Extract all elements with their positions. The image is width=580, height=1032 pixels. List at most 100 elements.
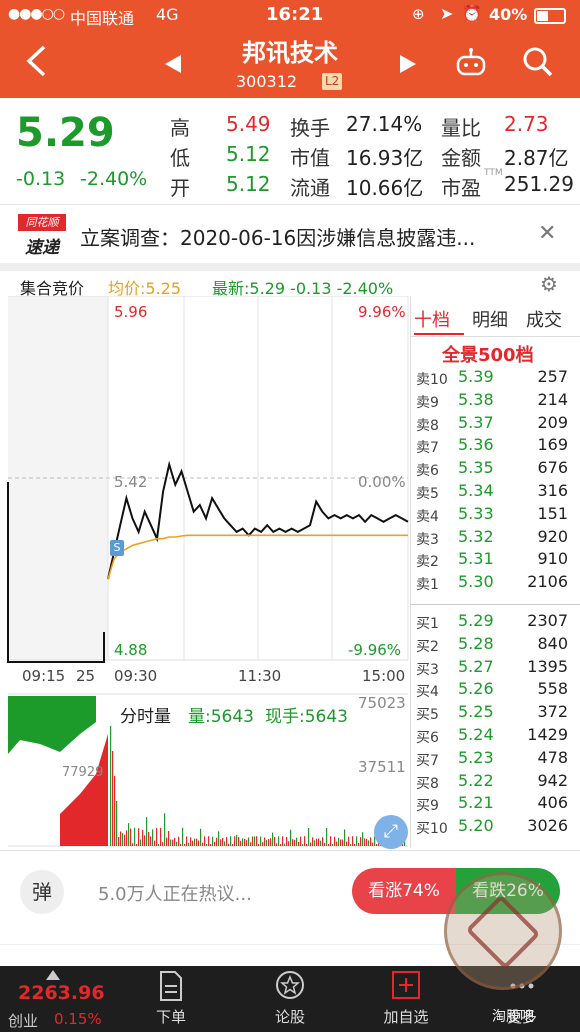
stock-name: 邦讯技术	[242, 39, 338, 67]
volume-bar	[362, 832, 364, 846]
volume-bar	[290, 829, 292, 846]
status-bar: ●●●○○ 中国联通 4G 16:21 ⊕ ➤ ⏰ 40%	[0, 0, 580, 32]
volume-bar	[206, 844, 208, 846]
level-volume: 676	[537, 458, 568, 478]
pct-axis-top: 9.96%	[358, 303, 406, 321]
volume-bar	[270, 838, 272, 846]
volume-bar	[142, 829, 144, 846]
volume-bar	[356, 836, 358, 846]
nav-order-button[interactable]: 下单	[123, 966, 219, 1032]
bid-level-row[interactable]: 买3 5.27 1395	[416, 656, 570, 679]
ask-level-row[interactable]: 卖9 5.38 214	[416, 389, 570, 412]
prev-stock-button[interactable]	[163, 53, 183, 79]
volume-bar	[250, 842, 252, 846]
ask-level-row[interactable]: 卖10 5.39 257	[416, 366, 570, 389]
bid-level-row[interactable]: 买2 5.28 840	[416, 633, 570, 656]
level-volume: 372	[537, 702, 568, 722]
bid-level-row[interactable]: 买7 5.23 478	[416, 747, 570, 770]
tab-ten-level[interactable]: 十档	[414, 306, 450, 332]
volume-bar	[224, 841, 226, 846]
stat-label: 换手	[290, 116, 330, 140]
bid-level-row[interactable]: 买4 5.26 558	[416, 678, 570, 701]
bullish-vote-button[interactable]: 看涨74%	[352, 868, 456, 914]
back-button[interactable]	[24, 44, 48, 84]
news-banner[interactable]: 同花顺 速递 立案调查：2020-06-16因涉嫌信息披露违... ✕	[0, 205, 580, 263]
volume-label: 分时量	[120, 702, 171, 727]
volume-bar	[266, 840, 268, 846]
volume-bar	[204, 836, 206, 846]
stat-label: 低	[170, 146, 190, 170]
next-stock-button[interactable]	[398, 53, 418, 79]
volume-bar	[370, 837, 372, 846]
bid-level-row[interactable]: 买6 5.24 1429	[416, 724, 570, 747]
auction-volume-label: 77929	[62, 765, 104, 780]
settings-gear-icon[interactable]: ⚙	[540, 272, 558, 296]
bid-level-row[interactable]: 买10 5.20 3026	[416, 815, 570, 838]
volume-bar	[252, 836, 254, 846]
volume-bar	[210, 844, 212, 846]
pct-axis-bottom: -9.96%	[348, 641, 402, 659]
volume-bar	[162, 842, 164, 846]
level-price: 5.36	[458, 435, 494, 455]
bid-level-row[interactable]: 买1 5.29 2307	[416, 610, 570, 633]
volume-bar	[116, 801, 118, 846]
signal-s-marker[interactable]: S	[110, 540, 124, 556]
volume-bar	[134, 827, 136, 846]
battery-icon	[534, 8, 566, 24]
tab-detail[interactable]: 明细	[472, 306, 508, 332]
volume-bar	[180, 844, 182, 846]
volume-bar	[262, 842, 264, 846]
ask-level-row[interactable]: 卖3 5.32 920	[416, 526, 570, 549]
bid-level-row[interactable]: 买9 5.21 406	[416, 792, 570, 815]
expand-chart-icon[interactable]: ⤢	[374, 815, 408, 849]
ask-level-row[interactable]: 卖8 5.37 209	[416, 412, 570, 435]
volume-bar	[328, 844, 330, 846]
danmu-toggle-button[interactable]: 弹	[20, 870, 64, 914]
index-ticker[interactable]: 2263.96 创业 0.15%	[0, 966, 120, 1032]
volume-bar	[216, 837, 218, 846]
ask-level-row[interactable]: 卖1 5.30 2106	[416, 571, 570, 594]
ask-level-row[interactable]: 卖5 5.34 316	[416, 480, 570, 503]
volume-bar	[110, 726, 112, 846]
volume-bar	[346, 841, 348, 846]
stock-code: 300312	[236, 72, 298, 91]
index-name: 创业	[8, 1012, 39, 1030]
carrier: 中国联通	[70, 9, 135, 28]
price-axis-top: 5.96	[114, 303, 148, 321]
level-label: 买9	[416, 798, 439, 815]
volume-bar	[302, 844, 304, 846]
level-price: 5.22	[458, 770, 494, 790]
ask-level-row[interactable]: 卖2 5.31 910	[416, 548, 570, 571]
volume-bar	[256, 836, 258, 846]
search-icon[interactable]	[522, 46, 554, 82]
star-chat-icon	[276, 971, 304, 999]
stat-value: 251.29	[504, 172, 574, 196]
tonghuashun-logo: 同花顺 速递	[18, 214, 66, 258]
ask-level-row[interactable]: 卖4 5.33 151	[416, 503, 570, 526]
volume-bar	[320, 840, 322, 846]
robot-assistant-icon[interactable]	[455, 46, 487, 82]
stat-value: 5.12	[226, 142, 271, 166]
ask-level-row[interactable]: 卖7 5.36 169	[416, 434, 570, 457]
discussion-count[interactable]: 5.0万人正在热议...	[98, 880, 252, 906]
order-document-icon	[160, 971, 182, 1001]
volume-bar	[242, 838, 244, 846]
volume-bar	[244, 838, 246, 846]
tab-trades[interactable]: 成交	[526, 306, 562, 332]
close-icon[interactable]: ✕	[538, 221, 556, 246]
full-500-banner[interactable]: 全景500档	[442, 341, 534, 367]
bid-level-row[interactable]: 买5 5.25 372	[416, 701, 570, 724]
volume-bar	[178, 836, 180, 846]
volume-bar	[184, 844, 186, 846]
volume-bar	[352, 836, 354, 846]
ask-level-row[interactable]: 卖6 5.35 676	[416, 457, 570, 480]
level-label: 卖7	[416, 440, 439, 457]
stat-label: 市值	[290, 146, 330, 170]
bid-level-row[interactable]: 买8 5.22 942	[416, 770, 570, 793]
volume-bar	[132, 843, 134, 846]
nav-discuss-button[interactable]: 论股	[242, 966, 338, 1032]
stat-value: 16.93亿	[346, 146, 424, 170]
volume-bar	[308, 828, 310, 846]
nav-add-watchlist-button[interactable]: 加自选	[358, 966, 454, 1032]
volume-bar	[292, 839, 294, 846]
